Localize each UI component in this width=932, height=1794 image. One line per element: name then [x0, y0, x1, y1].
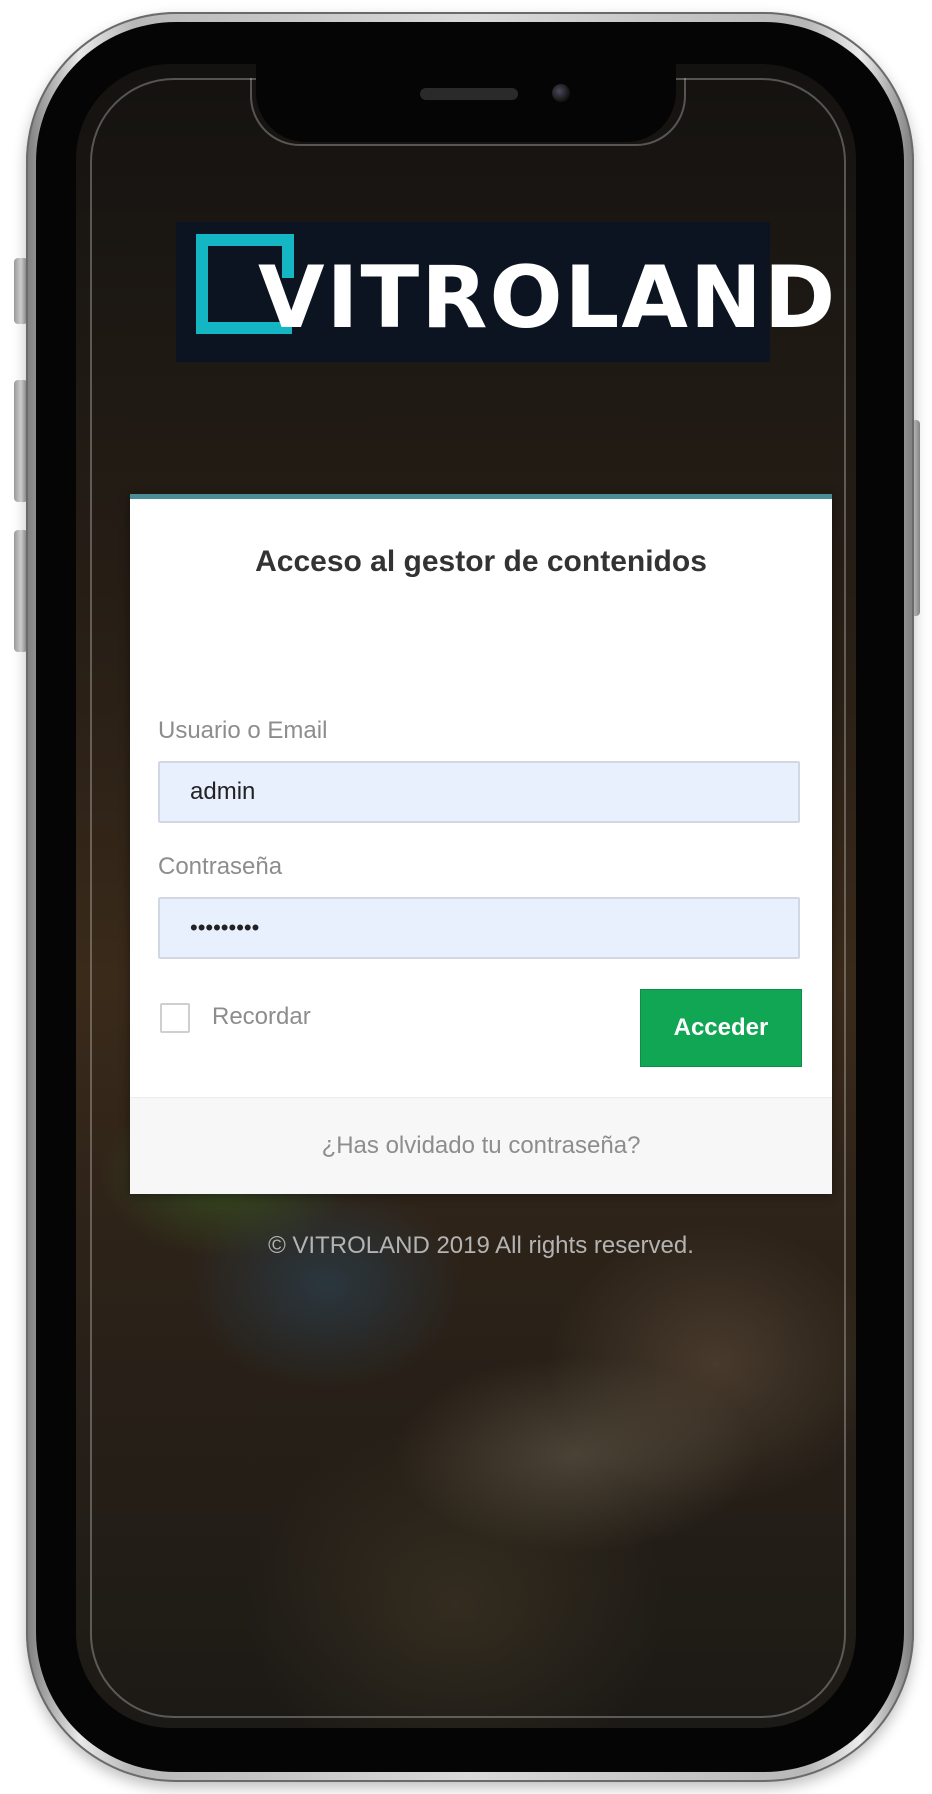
login-card: Acceso al gestor de contenidos Usuario o…: [130, 494, 832, 1194]
password-label: Contraseña: [158, 853, 283, 880]
copyright-text: © VITROLAND 2019 All rights reserved.: [268, 1232, 694, 1259]
username-input[interactable]: admin: [158, 761, 800, 823]
earpiece-speaker-icon: [420, 88, 518, 100]
brand-logo: VITROLAND: [176, 222, 835, 362]
password-input[interactable]: •••••••••: [158, 897, 800, 959]
notch: [256, 64, 676, 142]
login-button[interactable]: Acceder: [640, 989, 802, 1067]
username-label: Usuario o Email: [158, 717, 328, 744]
login-title: Acceso al gestor de contenidos: [255, 545, 707, 578]
logo-text: VITROLAND: [258, 248, 838, 348]
remember-checkbox[interactable]: [160, 1003, 190, 1033]
forgot-password-link[interactable]: ¿Has olvidado tu contraseña?: [130, 1097, 832, 1194]
remember-label[interactable]: Recordar: [212, 1003, 311, 1031]
front-camera-icon: [552, 84, 570, 102]
